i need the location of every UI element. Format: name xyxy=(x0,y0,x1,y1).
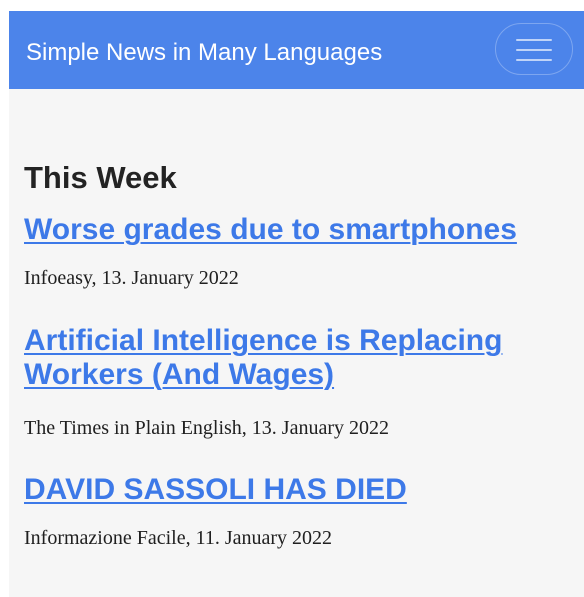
article-title-link[interactable]: Artificial Intelligence is Replacing Wor… xyxy=(24,324,564,392)
top-navbar: Simple News in Many Languages xyxy=(9,11,584,89)
menu-icon-line-top xyxy=(516,39,552,41)
article-source-date: The Times in Plain English, 13. January … xyxy=(24,417,389,439)
menu-icon-line-bottom xyxy=(516,59,552,61)
menu-icon-line-middle xyxy=(516,49,552,51)
article-title-link[interactable]: Worse grades due to smartphones xyxy=(24,213,564,247)
section-title: This Week xyxy=(24,160,177,195)
article-source-date: Informazione Facile, 11. January 2022 xyxy=(24,527,333,549)
hamburger-menu-icon xyxy=(516,36,552,63)
page: Simple News in Many Languages This Week … xyxy=(0,0,584,597)
article-source-date: Infoeasy, 13. January 2022 xyxy=(24,267,239,289)
menu-toggle-button[interactable] xyxy=(495,23,573,75)
main-content: This Week Worse grades due to smartphone… xyxy=(9,89,584,597)
article-title-link[interactable]: DAVID SASSOLI HAS DIED xyxy=(24,473,564,507)
site-brand-link[interactable]: Simple News in Many Languages xyxy=(26,39,382,67)
